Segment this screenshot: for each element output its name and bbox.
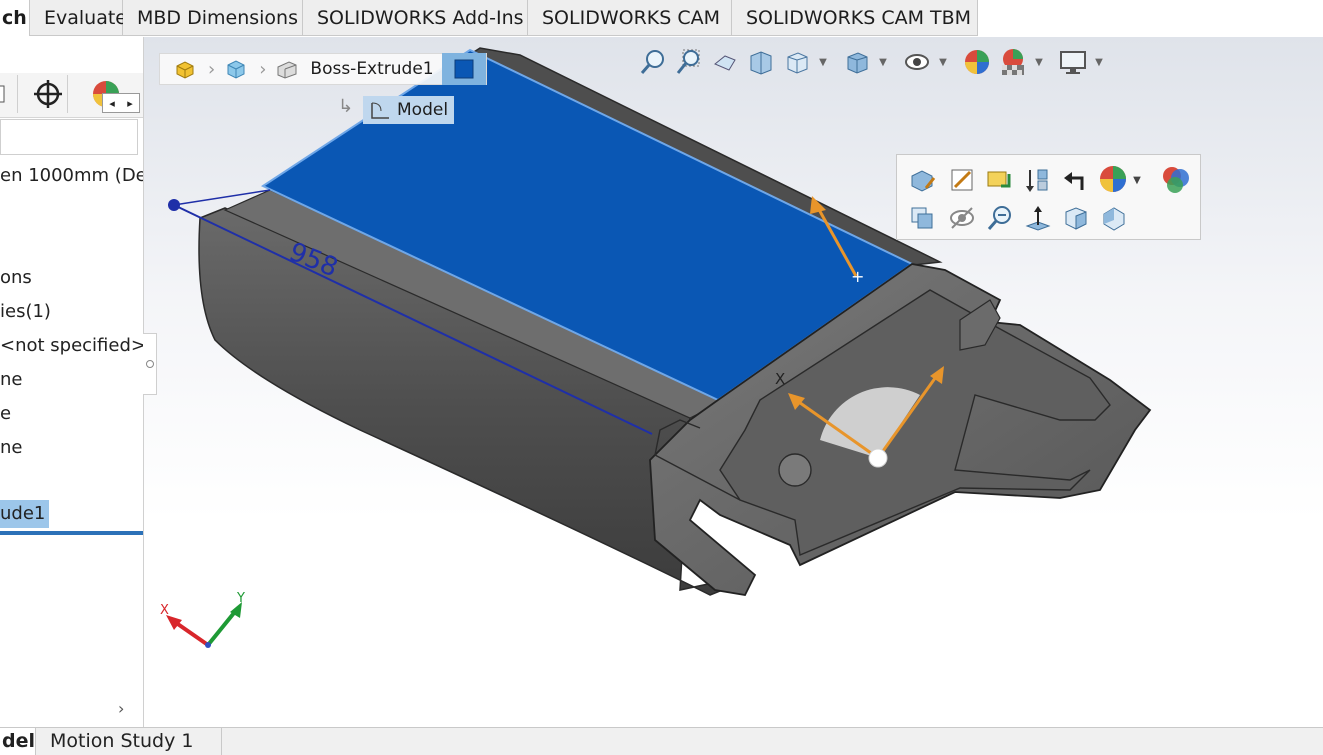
scroll-right-icon[interactable]: ▸: [127, 97, 133, 110]
context-toolbar: ▼: [896, 154, 1201, 240]
feature-tree-icon[interactable]: [0, 75, 18, 113]
triad-origin[interactable]: [868, 448, 888, 468]
feature-filter-input[interactable]: [0, 119, 138, 155]
breadcrumb-child-arrow-icon: ↳: [338, 96, 354, 117]
copy-feature-icon[interactable]: [905, 201, 939, 235]
zoom-to-selection-icon[interactable]: [983, 201, 1017, 235]
multi-appearance-icon[interactable]: [1159, 163, 1193, 197]
view-orientation-dropdown-icon[interactable]: ▼: [816, 44, 830, 80]
tree-item-front-plane[interactable]: ne: [0, 366, 22, 394]
part-icon[interactable]: [172, 57, 198, 81]
triad-y-label: Y: [237, 591, 245, 606]
crosshair-icon[interactable]: [28, 75, 68, 113]
breadcrumb-separator: ›: [259, 58, 267, 80]
breadcrumb-feature[interactable]: Boss-Extrude1: [310, 59, 433, 79]
panel-collapse-handle[interactable]: [143, 333, 157, 395]
face-selection-icon[interactable]: [441, 53, 486, 85]
feature-manager-panel: ◂ ▸ en 1000mm (De ons ies(1) <not specifi…: [0, 37, 144, 727]
axis-label-x: X: [775, 370, 786, 388]
apply-scene-icon[interactable]: [996, 44, 1030, 80]
normal-to-icon[interactable]: [1021, 201, 1055, 235]
edit-appearance-icon[interactable]: [960, 44, 994, 80]
apply-scene-dropdown-icon[interactable]: ▼: [1032, 44, 1046, 80]
section-face-icon[interactable]: [1059, 201, 1093, 235]
breadcrumb-body-label: Model: [397, 100, 449, 120]
hide-show-dropdown-icon[interactable]: ▼: [936, 44, 950, 80]
extrude-feature-icon[interactable]: [274, 57, 300, 81]
triad-x-label: X: [160, 603, 169, 618]
hide-show-items-icon[interactable]: [900, 44, 934, 80]
profile-round-slot: [778, 453, 812, 487]
move-down-tree-icon[interactable]: [1021, 163, 1055, 197]
appearance-dropdown-icon[interactable]: ▼: [1131, 163, 1143, 197]
rollback-icon[interactable]: [983, 163, 1017, 197]
tree-item-solid-bodies[interactable]: ies(1): [0, 298, 51, 326]
edit-feature-icon[interactable]: [905, 163, 939, 197]
display-style-dropdown-icon[interactable]: ▼: [876, 44, 890, 80]
panel-scroll-arrow[interactable]: ›: [118, 699, 124, 718]
scroll-left-icon[interactable]: ◂: [109, 97, 115, 110]
tree-item-boss-extrude[interactable]: ude1: [0, 500, 50, 528]
body-icon[interactable]: [223, 57, 249, 81]
feature-manager-toolbar: ◂ ▸: [0, 73, 143, 118]
tab-model[interactable]: del: [0, 728, 36, 755]
tab-motion-study-1[interactable]: Motion Study 1: [36, 728, 222, 755]
model-graphics: +: [166, 47, 1152, 648]
zoom-to-fit-icon[interactable]: [636, 44, 670, 80]
part-name[interactable]: en 1000mm (De: [0, 162, 143, 190]
view-orientation-icon[interactable]: [780, 44, 814, 80]
previous-view-icon[interactable]: [708, 44, 742, 80]
hide-icon[interactable]: [945, 201, 979, 235]
manager-tab-scroll[interactable]: ◂ ▸: [102, 93, 140, 113]
zoom-to-area-icon[interactable]: [672, 44, 706, 80]
svg-text:+: +: [851, 267, 864, 286]
bottom-tabs: del Motion Study 1: [0, 727, 1323, 755]
breadcrumb-separator: ›: [208, 58, 216, 80]
tree-item-annotations[interactable]: ons: [0, 264, 32, 292]
edit-sketch-icon[interactable]: [945, 163, 979, 197]
solid-body-icon: [371, 102, 389, 119]
sketch-on-face-icon[interactable]: [1097, 201, 1131, 235]
view-settings-dropdown-icon[interactable]: ▼: [1092, 44, 1106, 80]
dimension-handle[interactable]: [168, 199, 180, 211]
section-view-icon[interactable]: [744, 44, 778, 80]
rollback-bar[interactable]: [0, 531, 143, 535]
appearance-icon[interactable]: [1097, 163, 1131, 197]
heads-up-view-toolbar: ▼ ▼ ▼ ▼ ▼: [636, 40, 1116, 84]
tree-item-right-plane[interactable]: ne: [0, 434, 22, 462]
breadcrumb-body-model[interactable]: Model: [363, 96, 455, 124]
breadcrumb: › › Boss-Extrude1: [159, 53, 487, 85]
undo-arrow-icon[interactable]: [1059, 163, 1093, 197]
view-settings-icon[interactable]: [1056, 44, 1090, 80]
tree-item-material[interactable]: <not specified>: [0, 332, 143, 360]
display-style-icon[interactable]: [840, 44, 874, 80]
tree-item-top-plane[interactable]: e: [0, 400, 11, 428]
